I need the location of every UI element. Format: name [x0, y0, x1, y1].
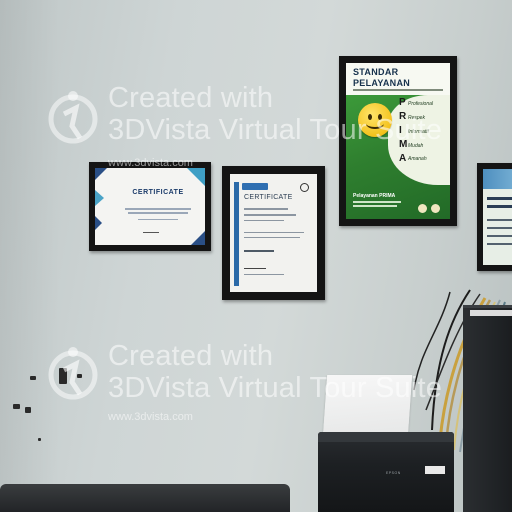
certificate-2-logo: [242, 183, 268, 190]
3dvista-logo-icon: [48, 91, 98, 144]
3dvista-logo-icon: [48, 347, 98, 400]
certificate-1-signature: [143, 232, 159, 233]
watermark-url: www.3dvista.com: [108, 157, 193, 169]
watermark-line-1: Created with: [108, 82, 274, 114]
watermark-line-1: Created with: [108, 340, 274, 372]
poster-title-line-1: STANDAR: [353, 67, 399, 77]
poster-logo-icon: [431, 204, 440, 213]
wall-hole: [38, 438, 41, 441]
wall-hole: [30, 376, 36, 380]
certificate-paper-1: CERTIFICATE: [95, 168, 205, 245]
partial-poster: [483, 169, 512, 265]
watermark-top: Created with 3DVista Virtual Tour Suite …: [46, 80, 506, 169]
desk-edge: [0, 484, 290, 512]
certificate-2-text-line: [244, 232, 304, 233]
partial-poster-text-line: [487, 197, 512, 200]
certificate-2-text-line: [244, 274, 284, 275]
watermark-line-2: 3DVista Virtual Tour Suite: [108, 372, 443, 404]
partial-poster-text-line: [487, 227, 512, 229]
poster-footer-line: [353, 205, 397, 207]
certificate-2-signature: [244, 268, 266, 269]
printer-top: [318, 432, 454, 442]
poster-footer-line: [353, 201, 401, 203]
wall-hole: [25, 407, 31, 413]
certificate-2-text-line: [244, 208, 288, 210]
printer-label: [425, 466, 445, 474]
printer-brand: EPSON: [386, 471, 401, 475]
certificate-2-text-line: [244, 220, 284, 221]
watermark-url: www.3dvista.com: [108, 411, 193, 423]
partial-poster-text-line: [487, 243, 512, 245]
ups-top-panel: [470, 310, 512, 316]
partial-poster-text-line: [487, 235, 512, 237]
wall-shadow: [0, 0, 60, 512]
partial-frame-right: [477, 163, 512, 271]
watermark-bottom: Created with 3DVista Virtual Tour Suite …: [46, 336, 506, 423]
certificate-2-title: CERTIFICATE: [244, 194, 293, 201]
watermark-line-2: 3DVista Virtual Tour Suite: [108, 114, 443, 146]
certificate-2-text-line: [244, 250, 274, 252]
poster-logo-icon: [418, 204, 427, 213]
certificate-2-seal-icon: [300, 183, 309, 192]
certificate-paper-2: CERTIFICATE: [230, 174, 317, 292]
partial-poster-text-line: [487, 205, 512, 208]
certificate-2-text-line: [244, 237, 300, 238]
certificate-1-title: CERTIFICATE: [132, 189, 184, 196]
certificate-2-side-band: [234, 182, 239, 286]
certificate-1-text-line: [128, 212, 188, 214]
certificate-frame-2: CERTIFICATE: [222, 166, 325, 300]
wall-hole: [13, 404, 20, 409]
partial-poster-text-line: [487, 219, 512, 221]
poster-footer-title: Pelayanan PRIMA: [353, 193, 396, 199]
photo-scene: CERTIFICATE CERTIFICATE STANDAR PELAYANA…: [0, 0, 512, 512]
certificate-frame-1: CERTIFICATE: [89, 162, 211, 251]
certificate-1-text-line: [125, 208, 191, 210]
certificate-2-text-line: [244, 214, 296, 216]
certificate-1-text-line: [138, 219, 178, 220]
